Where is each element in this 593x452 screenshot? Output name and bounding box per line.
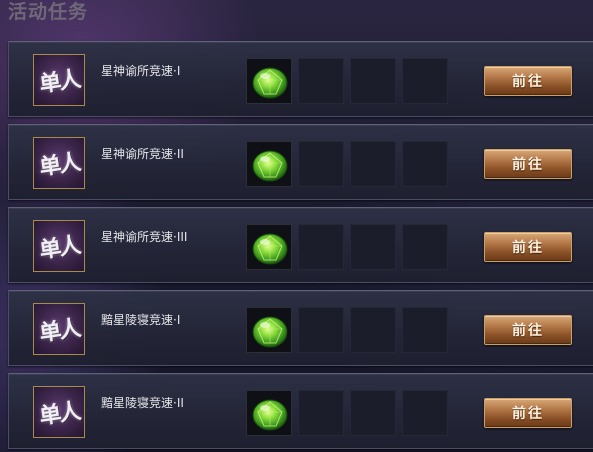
reward-slot[interactable] <box>246 58 292 104</box>
solo-badge: 单人 <box>33 220 85 272</box>
reward-slot-empty <box>350 58 396 104</box>
go-button-label: 前往 <box>512 406 544 422</box>
task-row: 单人 星神谕所竞速·I 前往 <box>8 41 593 117</box>
solo-badge: 单人 <box>33 137 85 189</box>
green-gem-icon <box>252 67 288 99</box>
task-row: 单人 星神谕所竞速·II 前往 <box>8 124 593 200</box>
solo-badge-label: 单人 <box>37 66 81 98</box>
reward-slot-empty <box>402 390 448 436</box>
go-button-label: 前往 <box>512 240 544 256</box>
reward-slot-empty <box>402 141 448 187</box>
reward-slot-empty <box>298 390 344 436</box>
reward-slot-empty <box>350 390 396 436</box>
reward-slot-empty <box>298 307 344 353</box>
reward-slot[interactable] <box>246 307 292 353</box>
solo-badge: 单人 <box>33 386 85 438</box>
reward-slot-empty <box>402 58 448 104</box>
reward-slot-empty <box>298 141 344 187</box>
reward-slot-empty <box>350 224 396 270</box>
task-name: 黯星陵寝竞速·II <box>101 396 184 410</box>
task-row: 单人 黯星陵寝竞速·I 前往 <box>8 290 593 366</box>
solo-badge-label: 单人 <box>37 149 81 181</box>
solo-badge: 单人 <box>33 54 85 106</box>
go-button[interactable]: 前往 <box>484 232 572 262</box>
reward-slot-empty <box>298 224 344 270</box>
reward-slot-empty <box>402 307 448 353</box>
reward-slot[interactable] <box>246 141 292 187</box>
solo-badge-label: 单人 <box>37 232 81 264</box>
go-button-label: 前往 <box>512 74 544 90</box>
solo-badge-label: 单人 <box>37 398 81 430</box>
solo-badge-label: 单人 <box>37 315 81 347</box>
reward-slot[interactable] <box>246 390 292 436</box>
go-button-label: 前往 <box>512 323 544 339</box>
green-gem-icon <box>252 233 288 265</box>
go-button[interactable]: 前往 <box>484 398 572 428</box>
task-name: 黯星陵寝竞速·I <box>101 313 181 327</box>
green-gem-icon <box>252 150 288 182</box>
go-button[interactable]: 前往 <box>484 66 572 96</box>
green-gem-icon <box>252 316 288 348</box>
task-name: 星神谕所竞速·III <box>101 230 188 244</box>
go-button-label: 前往 <box>512 157 544 173</box>
task-name: 星神谕所竞速·II <box>101 147 184 161</box>
task-row: 单人 黯星陵寝竞速·II 前往 <box>8 373 593 449</box>
task-list: 单人 星神谕所竞速·I 前往 单人 星神谕所竞速·II 前往 单人 星神谕所竞速… <box>0 0 593 452</box>
reward-slot-empty <box>350 141 396 187</box>
task-row: 单人 星神谕所竞速·III 前往 <box>8 207 593 283</box>
green-gem-icon <box>252 399 288 431</box>
go-button[interactable]: 前往 <box>484 315 572 345</box>
task-name: 星神谕所竞速·I <box>101 64 181 78</box>
reward-slot-empty <box>350 307 396 353</box>
reward-slot-empty <box>402 224 448 270</box>
go-button[interactable]: 前往 <box>484 149 572 179</box>
reward-slot[interactable] <box>246 224 292 270</box>
solo-badge: 单人 <box>33 303 85 355</box>
reward-slot-empty <box>298 58 344 104</box>
